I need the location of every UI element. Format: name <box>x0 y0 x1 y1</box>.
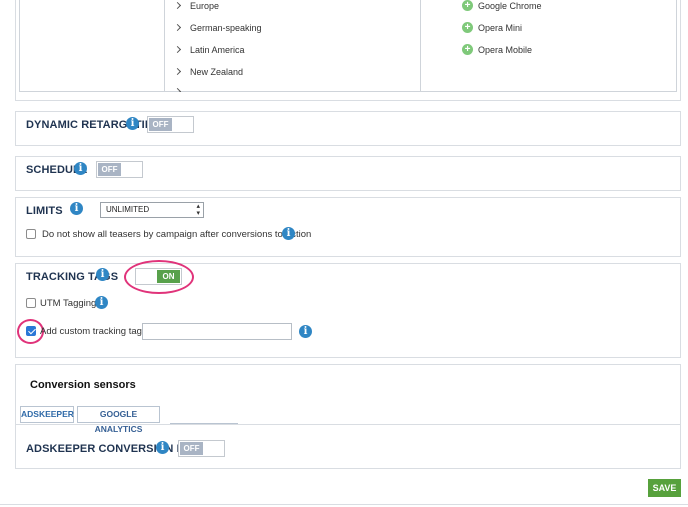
updown-arrow-icon: ▴ ▾ <box>196 203 200 217</box>
region-item-latin-america[interactable]: Latin America <box>173 44 375 58</box>
region-label: Latin America <box>190 45 245 55</box>
toggle-knob: ON <box>157 270 180 283</box>
custom-tracking-tag-label: Add custom tracking tag <box>40 326 142 337</box>
browser-item-opera-mini[interactable]: + Opera Mini <box>462 22 642 36</box>
limits-label: LIMITS <box>26 205 63 217</box>
browser-label: Opera Mobile <box>478 45 533 55</box>
column-divider-2 <box>420 0 421 92</box>
plus-icon: + <box>462 44 473 55</box>
chevron-right-icon <box>173 1 182 10</box>
column-divider-1 <box>164 0 165 92</box>
conversion-pixel-toggle[interactable]: OFF <box>178 440 225 457</box>
info-icon[interactable]: i <box>299 325 312 338</box>
info-icon[interactable]: i <box>126 117 139 130</box>
dynamic-retargeting-toggle[interactable]: OFF <box>147 116 194 133</box>
utm-tagging-label: UTM Tagging <box>40 298 97 309</box>
info-icon[interactable]: i <box>96 268 109 281</box>
dynamic-retargeting-label: DYNAMIC RETARGETING <box>26 119 162 131</box>
browser-label: Google Chrome <box>478 1 542 11</box>
chevron-right-icon <box>173 45 182 54</box>
info-icon[interactable]: i <box>156 441 169 454</box>
info-icon[interactable]: i <box>282 227 295 240</box>
limits-checkbox-label: Do not show all teasers by campaign afte… <box>42 229 312 240</box>
tab-adskeeper[interactable]: ADSKEEPER <box>20 406 74 423</box>
toggle-knob: OFF <box>149 118 172 131</box>
region-item-german-speaking[interactable]: German-speaking <box>173 22 375 36</box>
info-icon[interactable]: i <box>70 202 83 215</box>
tracking-tags-toggle[interactable]: ON <box>135 268 182 285</box>
custom-tracking-tag-checkbox[interactable] <box>26 326 36 336</box>
browser-label: Opera Mini <box>478 23 523 33</box>
region-label: New Zealand <box>190 67 244 77</box>
browser-item-opera-mobile[interactable]: + Opera Mobile <box>462 44 642 58</box>
info-icon[interactable]: i <box>74 162 87 175</box>
region-item-new-zealand[interactable]: New Zealand <box>173 66 375 80</box>
limits-select-value: UNLIMITED <box>106 205 150 214</box>
browser-item-google-chrome[interactable]: + Google Chrome <box>462 0 642 14</box>
chevron-right-icon <box>175 88 182 92</box>
region-label: German-speaking <box>190 23 262 33</box>
save-button[interactable]: SAVE <box>648 479 681 497</box>
conversion-sensors-title: Conversion sensors <box>30 379 136 391</box>
chevron-right-icon <box>173 67 182 76</box>
plus-icon: + <box>462 22 473 33</box>
toggle-knob: OFF <box>180 442 203 455</box>
info-icon[interactable]: i <box>95 296 108 309</box>
custom-tracking-tag-input[interactable] <box>142 323 292 340</box>
tab-google-analytics[interactable]: GOOGLE ANALYTICS <box>77 406 160 434</box>
toggle-knob: OFF <box>98 163 121 176</box>
footer-divider <box>0 504 688 505</box>
chevron-right-icon <box>173 23 182 32</box>
plus-icon: + <box>462 0 473 11</box>
limits-select[interactable]: UNLIMITED ▴ ▾ <box>100 202 204 218</box>
limits-checkbox[interactable] <box>26 229 36 239</box>
region-item-europe[interactable]: Europe <box>173 0 375 14</box>
schedule-toggle[interactable]: OFF <box>96 161 143 178</box>
utm-tagging-checkbox[interactable] <box>26 298 36 308</box>
region-item-partial <box>175 88 235 92</box>
region-label: Europe <box>190 1 220 11</box>
